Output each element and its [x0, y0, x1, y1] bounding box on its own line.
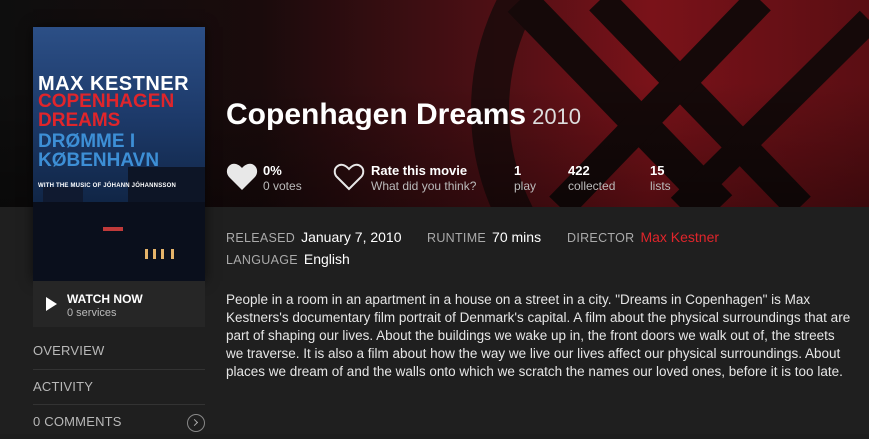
- nav-activity-label: ACTIVITY: [33, 379, 94, 394]
- heart-filled-icon[interactable]: [226, 162, 258, 192]
- collected-label: collected: [568, 179, 616, 193]
- language-value: English: [303, 251, 350, 267]
- runtime-field: RUNTIME 70 mins: [427, 229, 541, 245]
- runtime-key: RUNTIME: [427, 231, 487, 245]
- movie-year: 2010: [532, 104, 582, 129]
- movie-poster[interactable]: MAX KESTNER COPENHAGEN DREAMS DRØMME I K…: [33, 27, 205, 281]
- director-link[interactable]: Max Kestner: [640, 229, 719, 245]
- poster-title-line-1: COPENHAGEN: [38, 91, 175, 112]
- nav-overview-label: OVERVIEW: [33, 343, 105, 358]
- director-key: DIRECTOR: [567, 231, 635, 245]
- movie-description: People in a room in an apartment in a ho…: [226, 292, 851, 379]
- poster-title-line-2: DREAMS: [38, 110, 121, 131]
- lists-label: lists: [650, 179, 671, 193]
- rating-stat: 0% 0 votes: [263, 163, 302, 193]
- nav-comments-label: 0 COMMENTS: [33, 414, 122, 429]
- nav-overview[interactable]: OVERVIEW: [33, 334, 205, 368]
- poster-credit: WITH THE MUSIC OF JÓHANN JÓHANNSSON: [38, 183, 177, 189]
- chevron-right-icon[interactable]: [187, 414, 205, 432]
- released-field: RELEASED January 7, 2010: [226, 229, 402, 245]
- collected-count: 422: [568, 163, 590, 178]
- rate-movie-button[interactable]: Rate this movie What did you think?: [371, 163, 476, 193]
- plays-label: play: [514, 179, 537, 193]
- watch-now-label: WATCH NOW: [67, 292, 143, 306]
- director-field: DIRECTOR Max Kestner: [567, 229, 719, 245]
- poster-danish-title-2: KØBENHAVN: [38, 150, 160, 171]
- collected-stat[interactable]: 422 collected: [568, 163, 615, 193]
- lists-stat[interactable]: 15 lists: [650, 163, 671, 193]
- poster-danish-title-1: DRØMME I: [38, 131, 136, 152]
- rating-votes: 0 votes: [263, 179, 302, 193]
- language-field: LANGUAGE English: [226, 251, 350, 267]
- rate-movie-sub: What did you think?: [371, 179, 477, 193]
- plays-count: 1: [514, 163, 522, 178]
- watch-services-count: 0 services: [67, 307, 117, 319]
- released-value: January 7, 2010: [301, 229, 402, 245]
- movie-title: Copenhagen Dreams 2010: [226, 98, 581, 132]
- watch-now-button[interactable]: WATCH NOW 0 services: [33, 281, 205, 327]
- lists-count: 15: [650, 163, 665, 178]
- heart-outline-icon[interactable]: [333, 162, 365, 192]
- rating-percent: 0%: [263, 163, 282, 178]
- movie-title-text: Copenhagen Dreams: [226, 98, 527, 131]
- plays-stat[interactable]: 1 play: [514, 163, 536, 193]
- runtime-value: 70 mins: [492, 229, 542, 245]
- play-icon: [46, 297, 57, 311]
- released-key: RELEASED: [226, 231, 296, 245]
- nav-activity[interactable]: ACTIVITY: [33, 369, 205, 404]
- rate-movie-label: Rate this movie: [371, 163, 468, 178]
- language-key: LANGUAGE: [226, 253, 298, 267]
